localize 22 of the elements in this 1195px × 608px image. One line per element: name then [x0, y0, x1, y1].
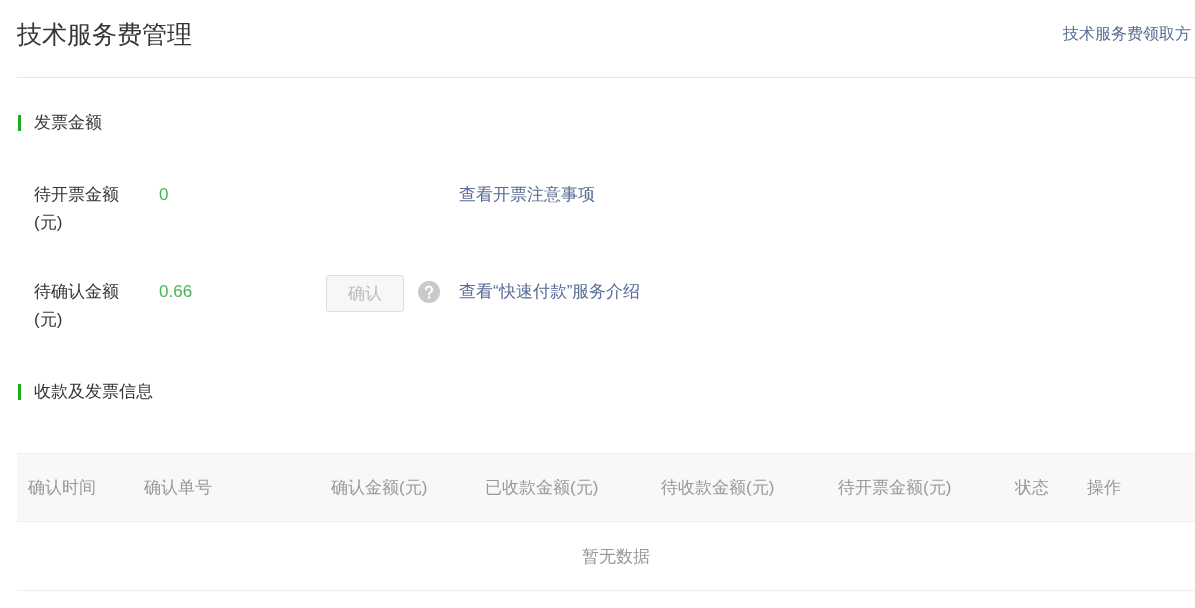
info-link[interactable]: 查看“快速付款”服务介绍 — [459, 278, 641, 306]
info-link[interactable]: 查看开票注意事项 — [459, 181, 595, 209]
amount-value: 0 — [159, 184, 169, 206]
header-link[interactable]: 技术服务费领取方 — [1063, 20, 1191, 48]
column-header: 确认金额(元) — [331, 477, 428, 499]
column-header: 已收款金额(元) — [485, 477, 599, 499]
column-header: 操作 — [1087, 477, 1121, 499]
column-header: 待收款金额(元) — [661, 477, 775, 499]
column-header: 待开票金额(元) — [838, 477, 952, 499]
help-icon[interactable] — [418, 281, 440, 303]
amount-label: 待确认金额(元) — [34, 281, 120, 331]
column-header: 确认单号 — [144, 477, 212, 499]
column-header: 状态 — [1015, 477, 1049, 499]
section-marker-icon — [18, 115, 21, 131]
section-title: 发票金额 — [34, 112, 102, 134]
section-title: 收款及发票信息 — [34, 381, 153, 403]
amount-value: 0.66 — [159, 281, 193, 303]
column-header: 确认时间 — [28, 477, 96, 499]
empty-table-message: 暂无数据 — [582, 545, 650, 568]
section-marker-icon — [18, 384, 21, 400]
amount-label: 待开票金额(元) — [34, 184, 120, 234]
page-title: 技术服务费管理 — [17, 20, 192, 48]
